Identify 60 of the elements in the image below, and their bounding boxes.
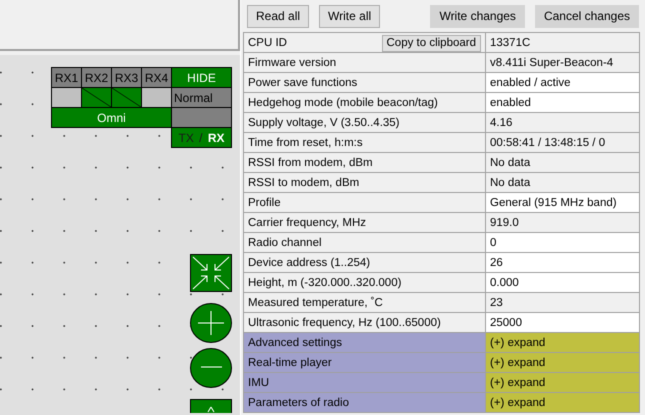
- property-label: Profile: [244, 192, 486, 212]
- receiver-label[interactable]: RX3: [112, 68, 141, 87]
- property-label: Ultrasonic frequency, Hz (100..65000): [244, 312, 486, 332]
- expand-link[interactable]: (+) expand: [486, 332, 640, 352]
- property-label: RSSI to modem, dBm: [244, 172, 486, 192]
- receiver-label[interactable]: RX1: [52, 68, 81, 87]
- property-label: RSSI from modem, dBm: [244, 152, 486, 172]
- receiver-toggle[interactable]: [142, 88, 171, 107]
- receiver-label[interactable]: RX4: [142, 68, 171, 87]
- collapse-icon[interactable]: [190, 254, 232, 292]
- property-value: No data: [486, 152, 640, 172]
- receiver-label[interactable]: RX2: [82, 68, 111, 87]
- section-label[interactable]: IMU: [244, 372, 486, 392]
- property-label: Carrier frequency, MHz: [244, 212, 486, 232]
- value-field[interactable]: 0: [486, 232, 640, 252]
- property-value: 23: [486, 292, 640, 312]
- blank-cell: [172, 108, 231, 127]
- property-value: No data: [486, 172, 640, 192]
- value-field[interactable]: 26: [486, 252, 640, 272]
- receiver-toggle[interactable]: [112, 88, 141, 107]
- toolbar-button[interactable]: Cancel changes: [534, 4, 639, 28]
- receiver-toggle[interactable]: [52, 88, 81, 107]
- property-value: 13371C: [486, 32, 640, 52]
- section-label[interactable]: Real-time player: [244, 352, 486, 372]
- section-label[interactable]: Parameters of radio: [244, 392, 486, 412]
- tx-rx-toggle[interactable]: TX / RX: [172, 128, 231, 147]
- toolbar-button[interactable]: Write all: [319, 4, 380, 28]
- expand-link[interactable]: (+) expand: [486, 372, 640, 392]
- toolbar-button[interactable]: Read all: [247, 4, 310, 28]
- property-value: 4.16: [486, 112, 640, 132]
- property-label: Hedgehog mode (mobile beacon/tag): [244, 92, 486, 112]
- value-field[interactable]: enabled / active: [486, 72, 640, 92]
- property-label: Firmware version: [244, 52, 486, 72]
- value-field[interactable]: General (915 MHz band): [486, 192, 640, 212]
- expand-link[interactable]: (+) expand: [486, 392, 640, 412]
- zoom-out-icon[interactable]: [190, 348, 232, 388]
- section-label[interactable]: Advanced settings: [244, 332, 486, 352]
- property-value: v8.411i Super-Beacon-4: [486, 52, 640, 72]
- copy-button[interactable]: Copy to clipboard: [382, 34, 481, 52]
- property-label: Measured temperature, ˚C: [244, 292, 486, 312]
- property-label: Height, m (-320.000..320.000): [244, 272, 486, 292]
- pattern-button[interactable]: Omni: [52, 108, 171, 127]
- receiver-toggle[interactable]: [82, 88, 111, 107]
- property-label: Radio channel: [244, 232, 486, 252]
- value-field[interactable]: 25000: [486, 312, 640, 332]
- value-field[interactable]: enabled: [486, 92, 640, 112]
- toolbar-button[interactable]: Write changes: [430, 4, 525, 28]
- up-icon[interactable]: [190, 399, 232, 413]
- value-field[interactable]: 0.000: [486, 272, 640, 292]
- property-label: CPU ID: [248, 36, 287, 48]
- hide-button[interactable]: HIDE: [172, 68, 231, 87]
- zoom-in-icon[interactable]: [190, 303, 232, 343]
- property-label: Time from reset, h:m:s: [244, 132, 486, 152]
- mode-label[interactable]: Normal: [172, 88, 231, 107]
- property-label: Device address (1..254): [244, 252, 486, 272]
- property-label: Power save functions: [244, 72, 486, 92]
- property-value: 919.0: [486, 212, 640, 232]
- property-label: Supply voltage, V (3.50..4.35): [244, 112, 486, 132]
- expand-link[interactable]: (+) expand: [486, 352, 640, 372]
- property-value: 00:58:41 / 13:48:15 / 0: [486, 132, 640, 152]
